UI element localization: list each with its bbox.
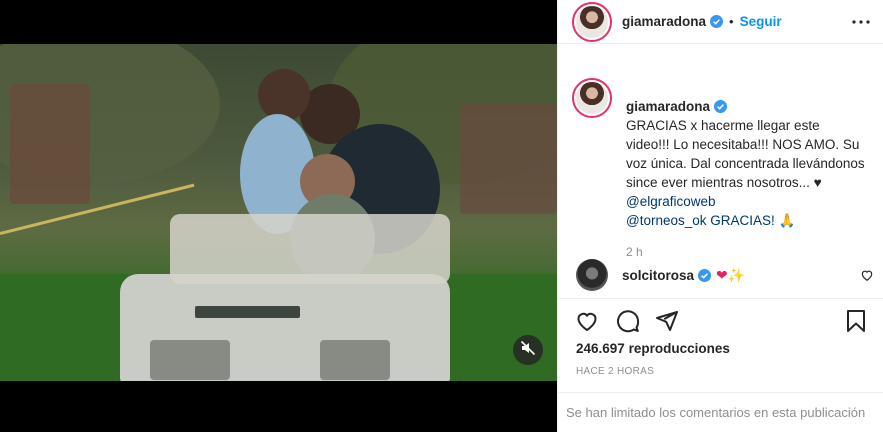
verified-badge-icon — [710, 15, 724, 28]
comments-limited-notice: Se han limitado los comentarios en esta … — [558, 392, 883, 432]
separator-dot: • — [729, 14, 734, 29]
mute-button[interactable] — [513, 335, 543, 365]
commenter-avatar[interactable] — [576, 259, 608, 291]
post-date[interactable]: HACE 2 HORAS — [576, 366, 654, 377]
comment-icon[interactable] — [616, 309, 640, 333]
author-username[interactable]: giamaradona — [622, 14, 706, 29]
video-pane — [0, 0, 557, 432]
comment-text: ❤✨ — [716, 266, 746, 283]
caption-avatar[interactable] — [572, 78, 612, 118]
verified-badge-icon — [698, 268, 712, 282]
follow-button[interactable]: Seguir — [740, 14, 782, 29]
speaker-muted-icon — [520, 340, 536, 361]
post-header: giamaradona • Seguir — [558, 0, 883, 44]
verified-badge-icon — [714, 99, 728, 113]
view-count[interactable]: 246.697 reproducciones — [576, 341, 730, 356]
caption-text-block: giamaradona GRACIAS x hacerme llegar est… — [626, 78, 866, 192]
caption-text: GRACIAS x hacerme llegar este video!!! L… — [626, 118, 865, 190]
post-caption: giamaradona GRACIAS x hacerme llegar est… — [572, 78, 872, 262]
author-avatar[interactable] — [572, 1, 612, 42]
commenter-username[interactable]: solcitorosa — [622, 268, 694, 283]
more-options-icon[interactable] — [850, 13, 872, 31]
video-player[interactable] — [0, 44, 557, 381]
action-bar — [558, 298, 883, 342]
comment-row: solcitorosa ❤✨ — [576, 259, 876, 291]
mention-link-torneos[interactable]: @torneos_ok GRACIAS! 🙏 — [626, 211, 866, 230]
bookmark-icon[interactable] — [844, 309, 868, 333]
view-count-label: reproducciones — [628, 341, 730, 356]
caption-username[interactable]: giamaradona — [626, 99, 710, 114]
comment-heart-icon[interactable] — [860, 268, 874, 282]
heart-icon[interactable] — [575, 309, 599, 333]
share-icon[interactable] — [655, 309, 679, 333]
view-count-number: 246.697 — [576, 341, 625, 356]
post-side-panel: giamaradona • Seguir giamaradona GRACIAS… — [557, 0, 883, 432]
mention-link-elgraficoweb[interactable]: @elgraficoweb — [626, 192, 866, 211]
